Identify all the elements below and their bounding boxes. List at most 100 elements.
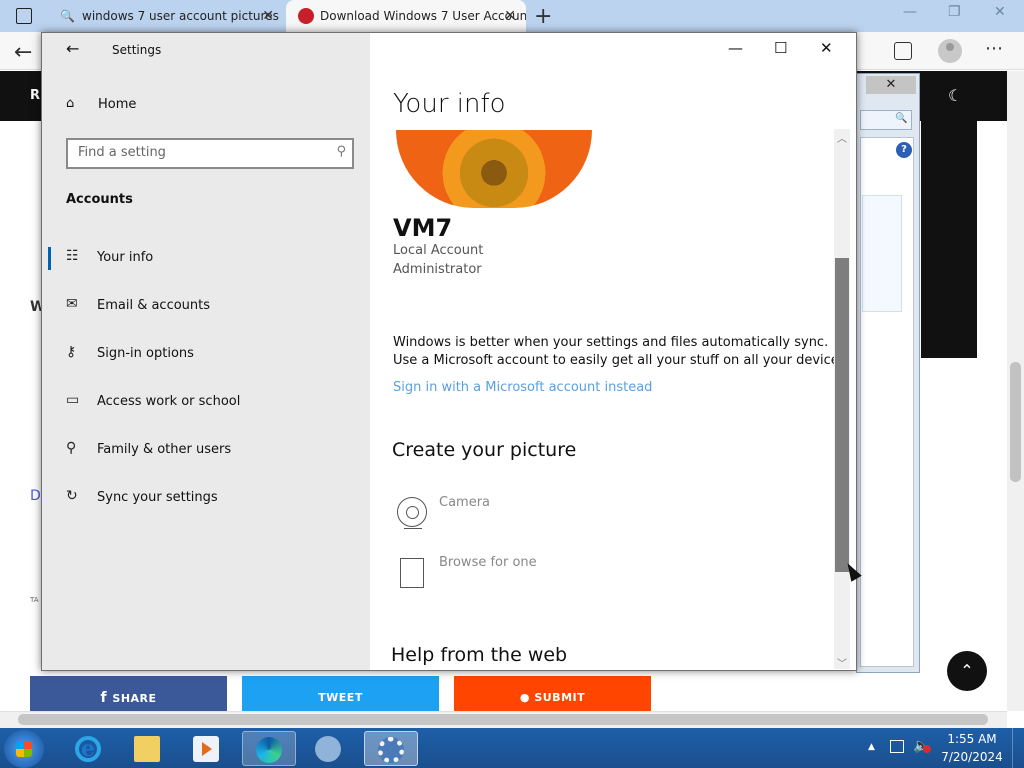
media-player-icon <box>193 736 219 762</box>
page-link-fragment[interactable]: D <box>30 488 41 504</box>
camera-icon[interactable] <box>397 497 427 529</box>
taskbar-edge[interactable] <box>242 731 296 766</box>
nav-item-label: Sign-in options <box>97 346 194 361</box>
sync-icon: ↻ <box>66 488 78 504</box>
taskbar-internet-explorer[interactable] <box>62 731 116 766</box>
nav-item-label: Your info <box>97 250 154 265</box>
microsoft-account-link[interactable]: Sign in with a Microsoft account instead <box>393 380 652 395</box>
browser-back-icon[interactable]: ← <box>14 40 32 65</box>
taskbar-file-explorer[interactable] <box>121 731 175 766</box>
home-label: Home <box>98 97 137 112</box>
page-scroll-thumb[interactable] <box>1010 362 1021 482</box>
twitter-tweet-button[interactable]: TWEET <box>242 676 439 711</box>
reddit-submit-button[interactable]: ● SUBMIT <box>454 676 651 711</box>
window-title: Settings <box>112 43 162 57</box>
muted-badge-icon <box>923 745 931 753</box>
nav-item-label: Access work or school <box>97 394 241 409</box>
camera-option[interactable]: Camera <box>439 495 490 510</box>
scroll-to-top-button[interactable]: ⌃ <box>947 651 987 691</box>
chevron-up-icon: ⌃ <box>960 661 974 680</box>
settings-sidebar: ← Settings ⌂ Home Find a setting ⚲ Accou… <box>42 33 370 670</box>
file-browse-icon[interactable] <box>400 558 424 588</box>
user-name: VM7 <box>393 214 453 242</box>
clock-date[interactable]: 7/20/2024 <box>941 750 1003 764</box>
minimize-button[interactable]: — <box>728 39 743 57</box>
taskbar-user-accounts[interactable] <box>302 731 356 766</box>
create-picture-heading: Create your picture <box>392 439 577 461</box>
scroll-down-arrow-icon[interactable]: ﹀ <box>837 655 847 670</box>
mail-icon: ✉ <box>66 296 78 312</box>
nav-item-label: Email & accounts <box>97 298 211 313</box>
content-scroll-thumb[interactable] <box>835 258 849 572</box>
nav-item-sign-in-options[interactable]: ⚷ Sign-in options <box>42 335 370 375</box>
account-role: Administrator <box>393 262 482 277</box>
tweet-label: TWEET <box>318 691 363 704</box>
tab-title: windows 7 user account pictures <box>82 9 279 23</box>
reddit-icon: ● <box>519 691 535 704</box>
collections-icon[interactable] <box>894 42 912 60</box>
search-icon: 🔍 <box>895 113 908 124</box>
nav-item-label: Family & other users <box>97 442 232 457</box>
site-favicon-icon <box>298 8 314 24</box>
search-icon: ⚲ <box>336 144 346 159</box>
clock-time[interactable]: 1:55 AM <box>947 732 997 746</box>
section-heading: Accounts <box>66 192 133 207</box>
nav-item-email-accounts[interactable]: ✉ Email & accounts <box>42 287 370 327</box>
gear-icon <box>378 737 404 763</box>
submit-label: SUBMIT <box>534 691 586 704</box>
maximize-button[interactable]: ☐ <box>774 39 787 57</box>
back-arrow-icon[interactable]: ← <box>66 39 79 58</box>
browser-close-button[interactable]: ✕ <box>994 4 1006 20</box>
more-options-icon[interactable]: ⋯ <box>985 38 1004 59</box>
show-hidden-icons-icon[interactable]: ▲ <box>868 742 875 752</box>
tab-close-icon[interactable]: ✕ <box>262 0 274 32</box>
browser-tab-search[interactable]: 🔍 windows 7 user account pictures ✕ <box>48 0 284 32</box>
tab-title: Download Windows 7 User Account <box>320 9 526 23</box>
settings-content <box>370 33 856 670</box>
help-icon[interactable]: ? <box>896 142 912 158</box>
start-button[interactable] <box>4 730 44 768</box>
nav-item-label: Sync your settings <box>97 490 218 505</box>
action-center-flag-icon[interactable] <box>890 740 904 753</box>
key-icon: ⚷ <box>66 344 77 360</box>
settings-window: ← Settings ⌂ Home Find a setting ⚲ Accou… <box>41 32 857 671</box>
browser-minimize-button[interactable]: — <box>903 4 917 20</box>
taskbar-settings[interactable] <box>364 731 418 766</box>
browse-option[interactable]: Browse for one <box>439 555 537 570</box>
nav-item-access-work[interactable]: ▭ Access work or school <box>42 383 370 423</box>
legacy-dialog-close-button[interactable]: ✕ <box>866 76 916 94</box>
show-desktop-button[interactable] <box>1012 728 1024 768</box>
users-icon <box>315 736 341 762</box>
nav-item-family-users[interactable]: ⚲ Family & other users <box>42 431 370 471</box>
new-tab-button[interactable]: + <box>534 4 552 29</box>
site-dark-block <box>921 121 977 358</box>
tab-close-icon[interactable]: ✕ <box>504 0 516 32</box>
home-icon: ⌂ <box>66 96 75 111</box>
site-logo-letter: R <box>30 88 41 103</box>
legacy-dialog-panel <box>862 195 902 312</box>
profile-avatar[interactable] <box>938 39 962 63</box>
browser-tab-active[interactable]: Download Windows 7 User Account ✕ <box>286 0 526 32</box>
internet-explorer-icon <box>75 736 101 762</box>
nav-item-sync-settings[interactable]: ↻ Sync your settings <box>42 479 370 519</box>
facebook-share-button[interactable]: f SHARE <box>30 676 227 711</box>
search-placeholder: Find a setting <box>78 145 166 160</box>
browser-restore-button[interactable]: ❐ <box>948 4 961 20</box>
share-label: SHARE <box>112 692 157 705</box>
scroll-up-arrow-icon[interactable]: ︿ <box>837 130 847 145</box>
tab-actions-icon[interactable] <box>16 8 32 24</box>
sync-message: Windows is better when your settings and… <box>393 335 829 350</box>
folder-icon <box>134 736 160 762</box>
add-person-icon: ⚲ <box>66 440 77 456</box>
taskbar-media-player[interactable] <box>180 731 234 766</box>
person-card-icon: ☷ <box>66 248 79 264</box>
facebook-icon: f <box>100 690 113 706</box>
nav-item-your-info[interactable]: ☷ Your info <box>42 239 370 279</box>
close-button[interactable]: ✕ <box>820 39 833 57</box>
edge-icon <box>256 737 282 763</box>
dark-mode-moon-icon[interactable]: ☾ <box>948 86 962 105</box>
sync-message: Use a Microsoft account to easily get al… <box>393 353 850 368</box>
account-type: Local Account <box>393 243 484 258</box>
page-horizontal-scroll-thumb[interactable] <box>18 714 988 725</box>
find-setting-input[interactable]: Find a setting ⚲ <box>66 138 354 169</box>
